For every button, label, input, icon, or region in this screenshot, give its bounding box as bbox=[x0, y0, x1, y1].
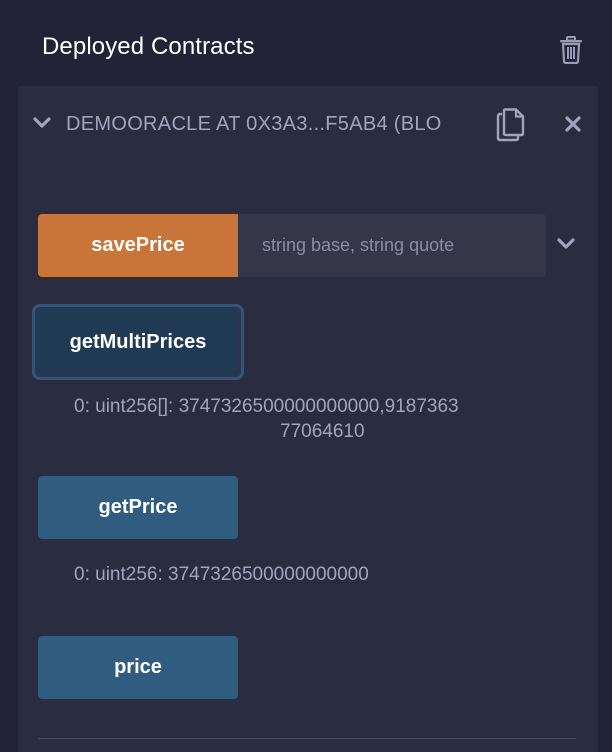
get-multi-prices-button[interactable]: getMultiPrices bbox=[38, 310, 238, 374]
save-price-args-input[interactable] bbox=[238, 214, 546, 277]
divider bbox=[38, 738, 576, 739]
deployed-contracts-header: Deployed Contracts bbox=[0, 0, 612, 86]
deployed-contract-panel: DEMOORACLE AT 0X3A3...F5AB4 (BLO savePri… bbox=[18, 86, 598, 752]
get-multi-prices-output: 0: uint256[]: 3747326500000000000,918736… bbox=[74, 396, 459, 417]
get-price-output: 0: uint256: 3747326500000000000 bbox=[74, 564, 369, 585]
copy-icon[interactable] bbox=[496, 108, 526, 142]
close-icon[interactable] bbox=[564, 115, 582, 133]
expand-args-chevron-icon[interactable] bbox=[556, 237, 576, 251]
contract-instance-header[interactable]: DEMOORACLE AT 0X3A3...F5AB4 (BLO bbox=[18, 86, 598, 166]
contract-name: DEMOORACLE AT 0X3A3...F5AB4 (BLO bbox=[66, 113, 442, 135]
chevron-down-icon[interactable] bbox=[32, 116, 52, 130]
trash-icon[interactable] bbox=[558, 36, 584, 64]
get-multi-prices-output-continued: 77064610 bbox=[280, 421, 365, 442]
save-price-button[interactable]: savePrice bbox=[38, 214, 238, 277]
get-price-button[interactable]: getPrice bbox=[38, 476, 238, 539]
section-title: Deployed Contracts bbox=[42, 33, 255, 60]
price-button[interactable]: price bbox=[38, 636, 238, 699]
